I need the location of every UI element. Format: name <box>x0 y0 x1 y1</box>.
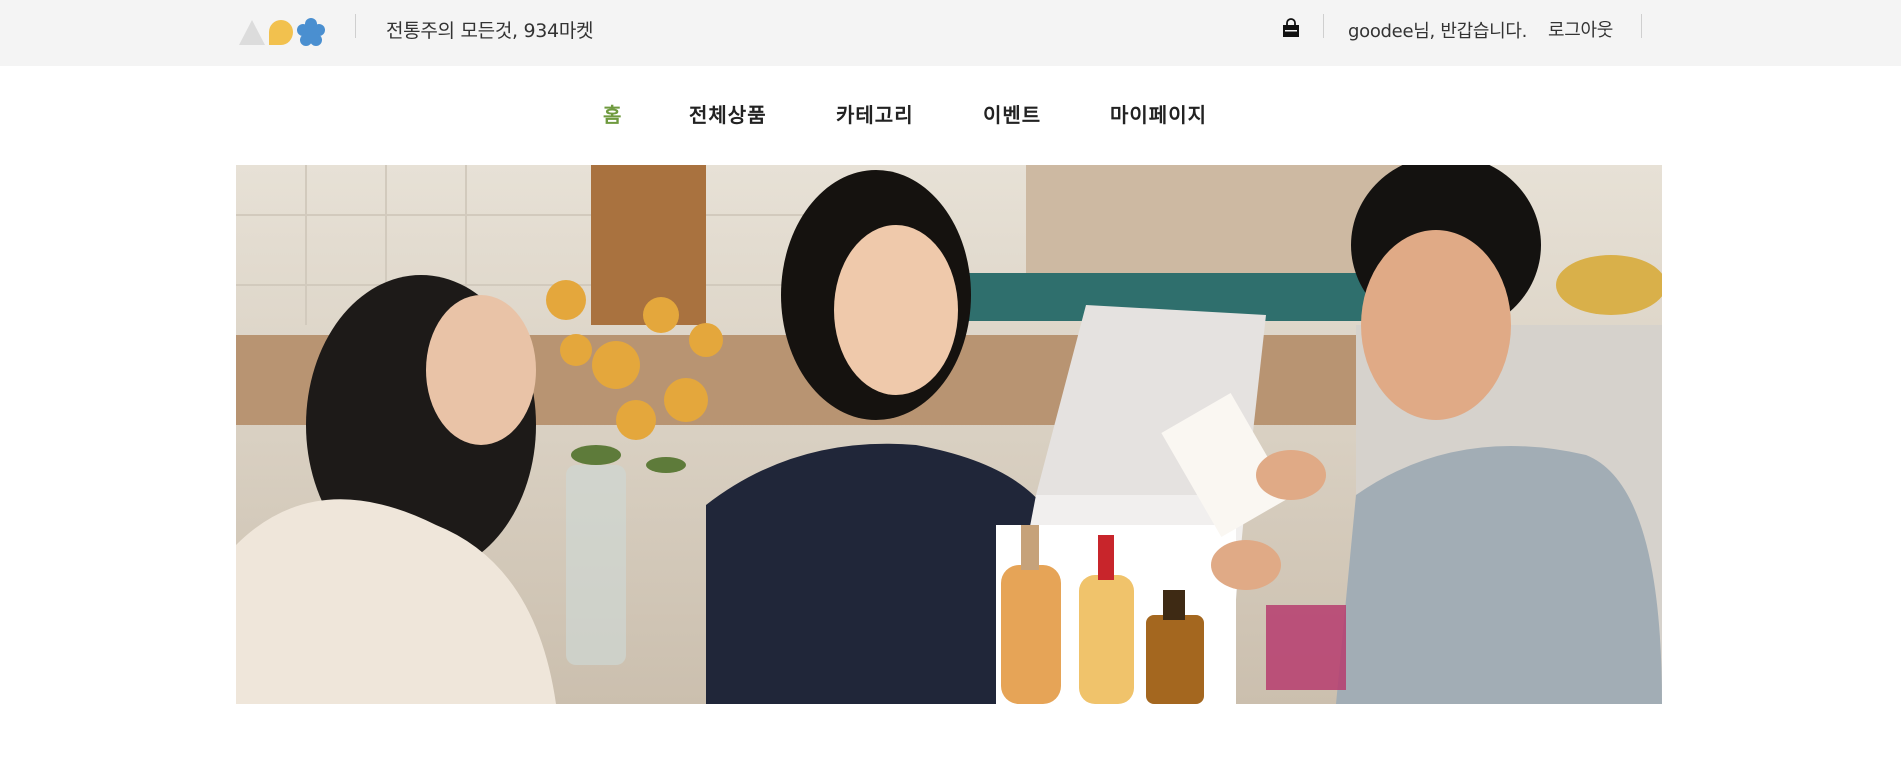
user-greeting: goodee님, 반갑습니다. <box>1348 17 1527 43</box>
main-nav: 홈 전체상품 카테고리 이벤트 마이페이지 <box>0 66 1901 164</box>
greeting-username: goodee <box>1348 21 1414 42</box>
header-divider <box>1641 14 1642 38</box>
cart-button[interactable] <box>1280 17 1302 39</box>
shopping-bag-icon <box>1283 18 1299 37</box>
nav-item-home[interactable]: 홈 <box>603 99 622 128</box>
site-tagline: 전통주의 모든것, 934마켓 <box>386 20 594 42</box>
nav-item-all-products[interactable]: 전체상품 <box>689 99 767 128</box>
site-logo[interactable] <box>236 15 326 47</box>
header-divider <box>1323 14 1324 38</box>
nav-item-event[interactable]: 이벤트 <box>983 99 1041 128</box>
nav-item-category[interactable]: 카테고리 <box>836 99 914 128</box>
greeting-suffix: 님, 반갑습니다. <box>1413 21 1528 42</box>
hero-banner <box>236 165 1662 704</box>
hero-banner-photo <box>236 165 1662 704</box>
top-bar: 전통주의 모든것, 934마켓 goodee님, 반갑습니다. 로그아웃 <box>0 0 1901 66</box>
logout-link[interactable]: 로그아웃 <box>1548 16 1613 42</box>
nav-item-mypage[interactable]: 마이페이지 <box>1110 99 1207 128</box>
shapes-logo-icon <box>239 18 325 46</box>
header-divider <box>355 14 356 38</box>
